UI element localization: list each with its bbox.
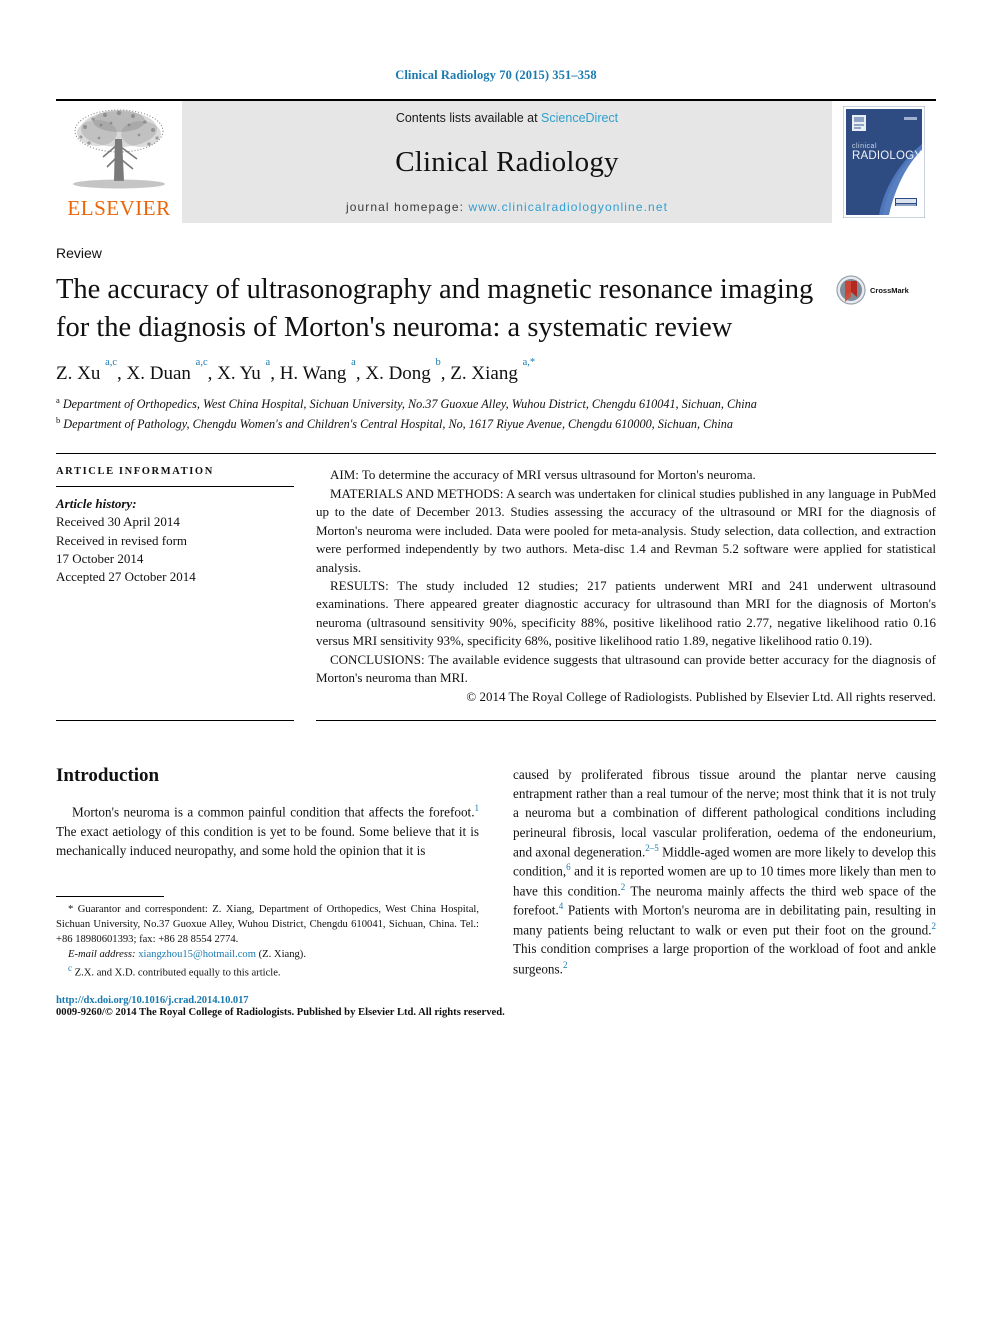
footnotes-block: * Guarantor and correspondent: Z. Xiang,… [56, 895, 505, 1018]
crossmark-icon [836, 275, 866, 305]
article-history-label: Article history: [56, 496, 137, 512]
affiliations: a Department of Orthopedics, West China … [56, 394, 936, 434]
article-revised-date: 17 October 2014 [56, 550, 144, 566]
elsevier-logo: ELSEVIER [56, 101, 182, 223]
article-information-block: ARTICLE INFORMATION Article history: Rec… [56, 466, 294, 706]
contents-prefix: Contents lists available at [395, 111, 542, 125]
introduction-paragraph-right: caused by proliferated fibrous tissue ar… [513, 767, 936, 976]
journal-band: Contents lists available at ScienceDirec… [182, 101, 832, 223]
homepage-prefix: journal homepage: [345, 200, 469, 214]
journal-title: Clinical Radiology [395, 146, 619, 178]
article-page: Clinical Radiology 70 (2015) 351–358 ELS… [0, 0, 992, 1323]
abstract-aim: AIM: To determine the accuracy of MRI ve… [330, 467, 756, 483]
body-columns: Introduction Morton's neuroma is a commo… [56, 765, 936, 1018]
body-column-left: Introduction Morton's neuroma is a commo… [56, 765, 505, 1018]
title-row: The accuracy of ultrasonography and magn… [56, 271, 936, 347]
article-information-divider [56, 486, 294, 488]
crossmark-label: CrossMark [870, 285, 909, 295]
page-title: The accuracy of ultrasonography and magn… [56, 274, 814, 343]
journal-homepage-link[interactable]: www.clinicalradiologyonline.net [469, 200, 669, 214]
abstract-materials-methods: MATERIALS AND METHODS: A search was unde… [316, 485, 936, 575]
journal-cover-icon: clinical RADIOLOGY [843, 106, 925, 218]
affiliation-a-text: Department of Orthopedics, West China Ho… [62, 396, 757, 411]
issn-copyright-line: 0009-9260/© 2014 The Royal College of Ra… [56, 1006, 505, 1018]
abstract-rule-left [56, 720, 294, 722]
elsevier-wordmark: ELSEVIER [67, 196, 171, 220]
article-history: Article history: Received 30 April 2014 … [56, 495, 294, 586]
journal-masthead: ELSEVIER Contents lists available at Sci… [56, 99, 936, 223]
article-received: Received 30 April 2014 [56, 514, 180, 530]
email-label: E-mail address: [68, 949, 136, 961]
abstract-conclusions: CONCLUSIONS: The available evidence sugg… [316, 651, 936, 686]
abstract-bottom-rules [56, 720, 936, 722]
footnote-correspondence: * Guarantor and correspondent: Z. Xiang,… [56, 903, 479, 946]
email-suffix: (Z. Xiang). [258, 949, 306, 961]
body-column-right: caused by proliferated fibrous tissue ar… [513, 765, 936, 1018]
svg-text:RADIOLOGY: RADIOLOGY [852, 150, 922, 162]
article-information-heading: ARTICLE INFORMATION [56, 466, 214, 478]
section-heading-introduction: Introduction [56, 765, 160, 787]
article-accepted: Accepted 27 October 2014 [56, 569, 196, 585]
contents-available-line: Contents lists available at ScienceDirec… [396, 111, 618, 125]
abstract-results: RESULTS: The study included 12 studies; … [316, 578, 936, 649]
footnote-email: E-mail address: xiangzhou15@hotmail.com … [56, 947, 479, 962]
affiliation-b: b Department of Pathology, Chengdu Women… [56, 414, 733, 431]
doi-link[interactable]: http://dx.doi.org/10.1016/j.crad.2014.10… [56, 995, 479, 1006]
abstract-text: AIM: To determine the accuracy of MRI ve… [316, 466, 936, 706]
doi-block: http://dx.doi.org/10.1016/j.crad.2014.10… [56, 995, 505, 1018]
sciencedirect-link[interactable]: ScienceDirect [541, 111, 618, 125]
running-citation: Clinical Radiology 70 (2015) 351–358 [395, 68, 597, 82]
journal-cover-thumbnail: clinical RADIOLOGY [832, 101, 936, 223]
author-list: Z. Xu a,c, X. Duan a,c, X. Yu a, H. Wang… [56, 356, 536, 384]
elsevier-tree-icon [73, 109, 165, 189]
footnote-equal-contribution: c Z.X. and X.D. contributed equally to t… [68, 963, 281, 979]
article-revised-label: Received in revised form [56, 532, 188, 548]
journal-homepage-line: journal homepage: www.clinicalradiologyo… [346, 200, 668, 214]
introduction-paragraph-left: Morton's neuroma is a common painful con… [56, 803, 479, 858]
abstract-copyright: © 2014 The Royal College of Radiologists… [466, 688, 936, 704]
affiliation-a: a Department of Orthopedics, West China … [56, 394, 757, 411]
crossmark-badge[interactable]: CrossMark [836, 275, 922, 305]
affiliation-b-text: Department of Pathology, Chengdu Women's… [63, 416, 733, 431]
svg-text:clinical: clinical [852, 143, 877, 150]
abstract-rule-right [316, 720, 936, 722]
footnote-divider [56, 895, 164, 897]
abstract-region: ARTICLE INFORMATION Article history: Rec… [56, 453, 936, 706]
article-type-label: Review [56, 245, 102, 261]
email-link[interactable]: xiangzhou15@hotmail.com [138, 949, 256, 960]
